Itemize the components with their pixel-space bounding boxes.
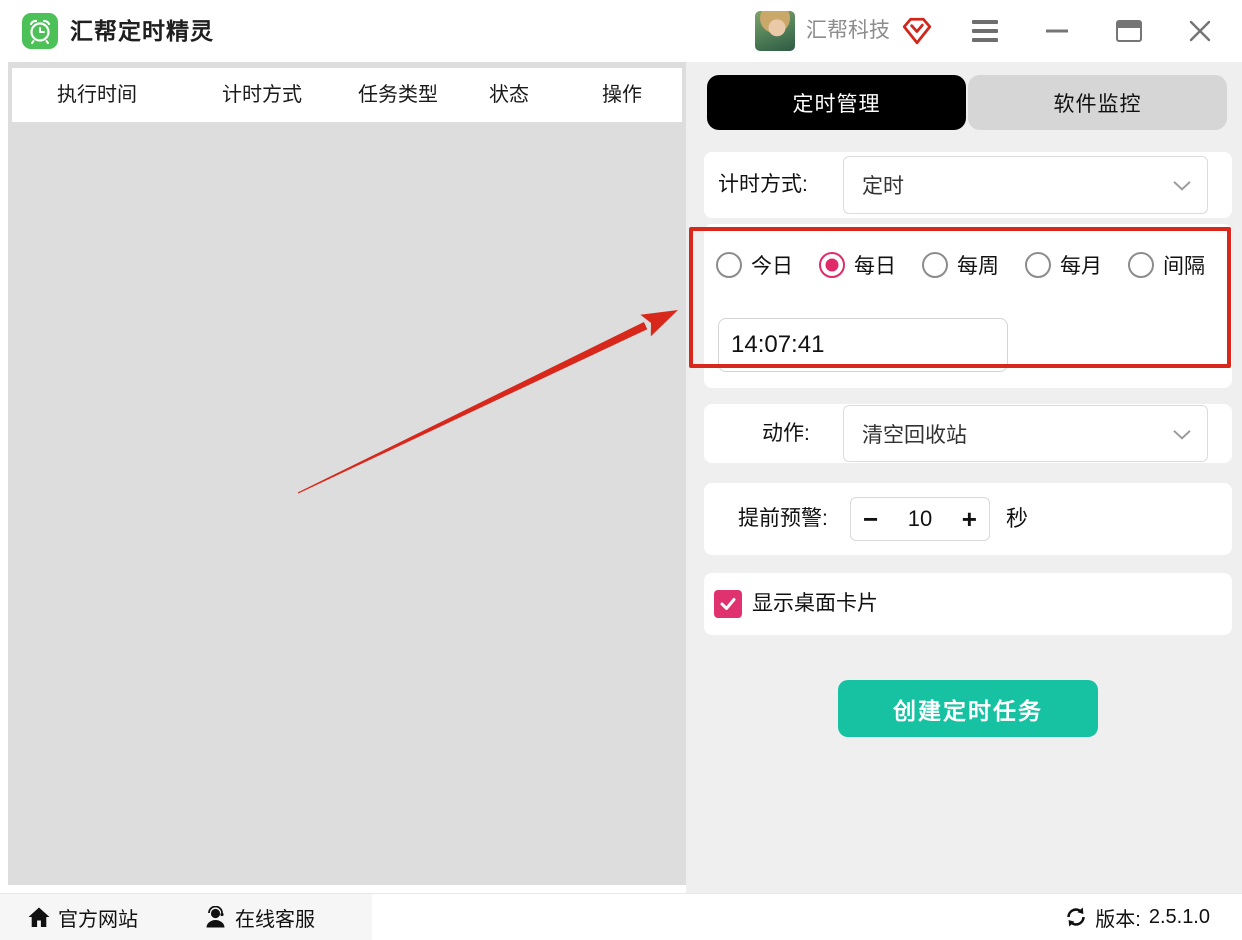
early-warning-value: 10 (908, 506, 932, 532)
radio-option-monthly[interactable]: 每月 (1025, 250, 1102, 280)
schedule-section: 今日 每日 每周 每月 间隔 (704, 224, 1232, 388)
menu-button[interactable] (963, 0, 1007, 62)
radio-option-daily[interactable]: 每日 (819, 250, 896, 280)
radio-option-weekly[interactable]: 每周 (922, 250, 999, 280)
column-header-task-type: 任务类型 (358, 68, 438, 122)
task-table-header: 执行时间 计时方式 任务类型 状态 操作 (12, 68, 682, 122)
early-warning-label: 提前预警: (738, 483, 828, 555)
radio-circle-icon (1128, 252, 1154, 278)
column-header-actions: 操作 (602, 68, 642, 122)
timing-method-label: 计时方式: (718, 152, 808, 218)
radio-option-interval[interactable]: 间隔 (1128, 250, 1205, 280)
hamburger-icon (972, 20, 998, 42)
timing-method-value: 定时 (844, 170, 904, 200)
timing-method-select[interactable]: 定时 (843, 156, 1208, 214)
desktop-card-checkbox[interactable] (714, 590, 742, 618)
online-support-label: 在线客服 (235, 903, 315, 932)
column-header-status: 状态 (489, 68, 529, 122)
vip-gem-icon[interactable] (901, 15, 933, 47)
close-button[interactable] (1178, 0, 1222, 62)
radio-label-today: 今日 (751, 250, 793, 280)
radio-circle-selected-icon (819, 252, 845, 278)
radio-circle-icon (922, 252, 948, 278)
task-list-panel: 执行时间 计时方式 任务类型 状态 操作 (8, 62, 686, 885)
desktop-card-label: 显示桌面卡片 (752, 573, 878, 635)
chevron-down-icon (1173, 178, 1191, 196)
account-name: 汇帮科技 (806, 0, 890, 62)
action-select[interactable]: 清空回收站 (843, 405, 1208, 462)
footer-bar: 官方网站 在线客服 版本: 2.5.1.0 (0, 893, 1242, 939)
column-header-exec-time: 执行时间 (57, 68, 137, 122)
early-warning-row: 提前预警: − 10 + 秒 (704, 483, 1232, 555)
radio-label-interval: 间隔 (1163, 250, 1205, 280)
action-row: 动作: 清空回收站 (704, 404, 1232, 463)
minimize-icon (1046, 29, 1068, 33)
minimize-button[interactable] (1035, 0, 1079, 62)
radio-option-today[interactable]: 今日 (716, 250, 793, 280)
tab-software-monitor[interactable]: 软件监控 (968, 75, 1227, 130)
title-bar: 汇帮定时精灵 汇帮科技 (0, 0, 1242, 62)
schedule-radio-group: 今日 每日 每周 每月 间隔 (716, 250, 1205, 280)
early-warning-stepper: − 10 + (850, 497, 990, 541)
radio-label-weekly: 每周 (957, 250, 999, 280)
time-input[interactable] (718, 318, 1008, 372)
action-label: 动作: (762, 404, 810, 463)
close-icon (1189, 20, 1211, 42)
version-label: 版本: (1095, 903, 1141, 932)
version-info: 版本: 2.5.1.0 (1065, 894, 1210, 940)
tab-timer-management[interactable]: 定时管理 (707, 75, 966, 130)
create-task-button[interactable]: 创建定时任务 (838, 680, 1098, 737)
online-support-link[interactable]: 在线客服 (204, 894, 315, 940)
refresh-icon[interactable] (1065, 906, 1087, 928)
app-title: 汇帮定时精灵 (70, 0, 214, 62)
increment-button[interactable]: + (962, 506, 977, 532)
desktop-card-row[interactable]: 显示桌面卡片 (704, 573, 1232, 635)
maximize-button[interactable] (1107, 0, 1151, 62)
home-icon (28, 907, 50, 928)
radio-circle-icon (716, 252, 742, 278)
user-avatar[interactable] (755, 11, 795, 51)
app-logo-icon (22, 13, 58, 49)
official-website-link[interactable]: 官方网站 (28, 894, 138, 940)
column-header-timing-mode: 计时方式 (222, 68, 302, 122)
decrement-button[interactable]: − (863, 506, 878, 532)
action-value: 清空回收站 (844, 419, 967, 449)
chevron-down-icon (1173, 426, 1191, 444)
timing-method-row: 计时方式: 定时 (704, 152, 1232, 218)
early-warning-unit: 秒 (1006, 483, 1028, 555)
radio-label-monthly: 每月 (1060, 250, 1102, 280)
version-value: 2.5.1.0 (1149, 906, 1210, 929)
radio-label-daily: 每日 (854, 250, 896, 280)
person-headset-icon (204, 906, 227, 928)
check-icon (719, 596, 737, 612)
maximize-icon (1116, 20, 1142, 42)
official-website-label: 官方网站 (58, 903, 138, 932)
radio-circle-icon (1025, 252, 1051, 278)
